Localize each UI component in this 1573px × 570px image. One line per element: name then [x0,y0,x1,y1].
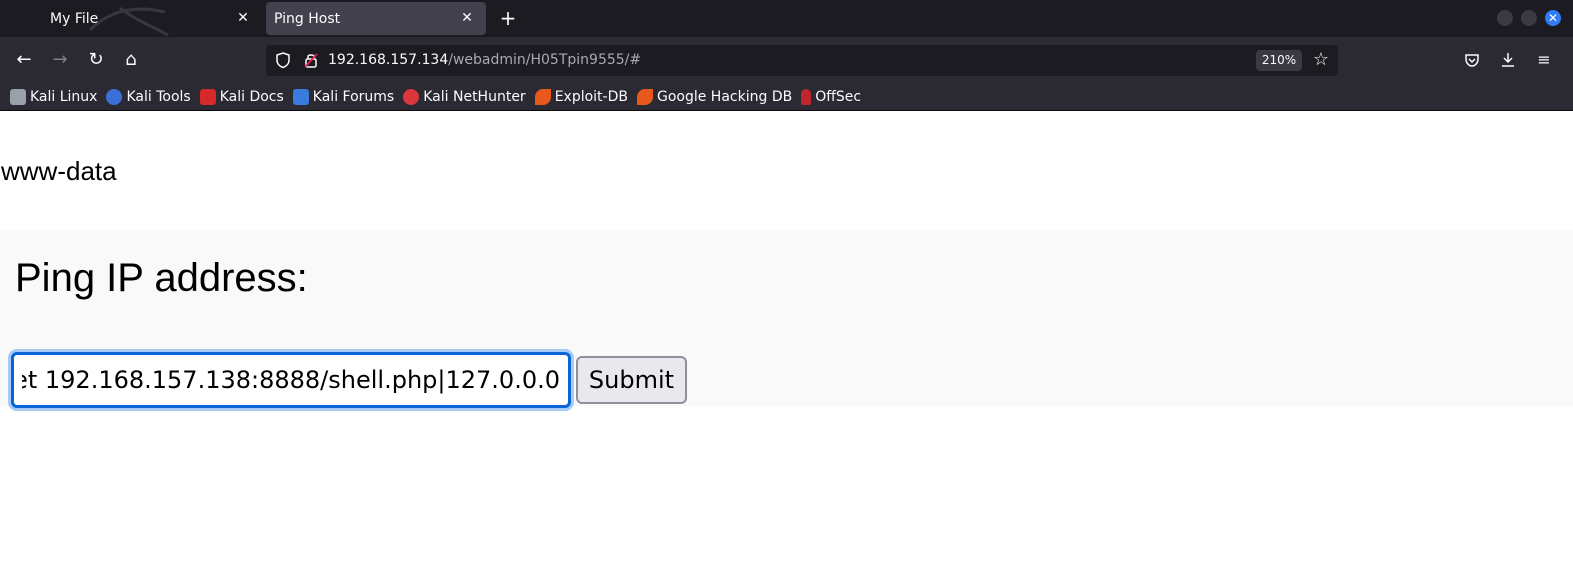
kali-nethunter-icon [403,88,420,105]
bookmark-label: Kali Tools [126,88,191,105]
bookmark-kali-forums[interactable]: Kali Forums [292,85,395,109]
bookmark-label: Kali Forums [312,88,395,105]
bookmark-google-hacking-db[interactable]: Google Hacking DB [636,85,793,109]
exploit-db-icon [534,88,551,105]
submit-button[interactable]: Submit [576,356,687,404]
bookmark-kali-linux[interactable]: Kali Linux [10,85,97,109]
minimize-window-button[interactable] [1497,10,1513,26]
bookmarks-toolbar: Kali Linux Kali Tools Kali Docs Kali For… [0,83,1573,111]
zoom-level-badge[interactable]: 210% [1256,50,1302,71]
bookmark-kali-tools[interactable]: Kali Tools [106,85,191,109]
bookmark-offsec[interactable]: OffSec [801,85,861,109]
ghdb-icon [636,88,653,105]
kali-forums-icon [292,88,309,105]
url-text[interactable]: 192.168.157.134/webadmin/H05Tpin9555/# [328,51,641,70]
bookmark-label: OffSec [815,88,862,105]
offsec-icon [801,88,812,105]
bookmark-label: Exploit-DB [554,88,628,105]
app-menu-icon[interactable]: ≡ [1532,48,1556,72]
tab-strip: My File ✕ Ping Host ✕ + ✕ [0,0,1573,37]
tab-title: Ping Host [274,10,341,27]
bookmark-label: Kali Linux [30,88,98,105]
url-host: 192.168.157.134 [328,52,449,68]
kali-dragon-icon [10,88,26,105]
url-path: /webadmin/H05Tpin9555/# [448,52,642,68]
ping-heading: Ping IP address: [15,256,308,300]
tab-my-file[interactable]: My File ✕ [0,2,262,35]
bookmark-kali-nethunter[interactable]: Kali NetHunter [403,85,526,109]
new-tab-button[interactable]: + [496,6,520,30]
bookmark-label: Kali Docs [219,88,284,105]
ping-form-panel: Ping IP address: Submit [0,230,1573,408]
bookmark-exploit-db[interactable]: Exploit-DB [534,85,628,109]
tracking-protection-shield-icon[interactable] [274,51,292,69]
close-window-button[interactable]: ✕ [1545,10,1561,26]
maximize-window-button[interactable] [1521,10,1537,26]
insecure-lock-icon[interactable] [302,51,320,69]
kali-docs-icon [199,88,216,105]
bookmark-kali-docs[interactable]: Kali Docs [199,85,284,109]
bookmark-label: Google Hacking DB [656,88,793,105]
close-tab-icon[interactable]: ✕ [234,9,252,27]
bookmark-label: Kali NetHunter [423,88,526,105]
downloads-icon[interactable] [1496,48,1520,72]
ip-address-input[interactable] [11,352,571,408]
home-button[interactable]: ⌂ [119,48,143,72]
pocket-icon[interactable] [1460,48,1484,72]
tab-ping-host[interactable]: Ping Host ✕ [266,2,486,35]
close-tab-icon[interactable]: ✕ [458,9,476,27]
bookmark-star-icon[interactable]: ☆ [1310,49,1332,71]
page-content: www-data Ping IP address: Submit [0,112,1573,570]
kali-tools-icon [106,88,123,105]
navigation-toolbar: ← → ↻ ⌂ 192.168.157.134/webadmin/H05Tpin… [0,37,1573,83]
back-button[interactable]: ← [12,48,36,72]
forward-button[interactable]: → [48,48,72,72]
reload-button[interactable]: ↻ [84,48,108,72]
address-bar[interactable]: 192.168.157.134/webadmin/H05Tpin9555/# 2… [266,45,1338,76]
tab-title: My File [50,10,99,27]
command-output-text: www-data [1,156,117,186]
